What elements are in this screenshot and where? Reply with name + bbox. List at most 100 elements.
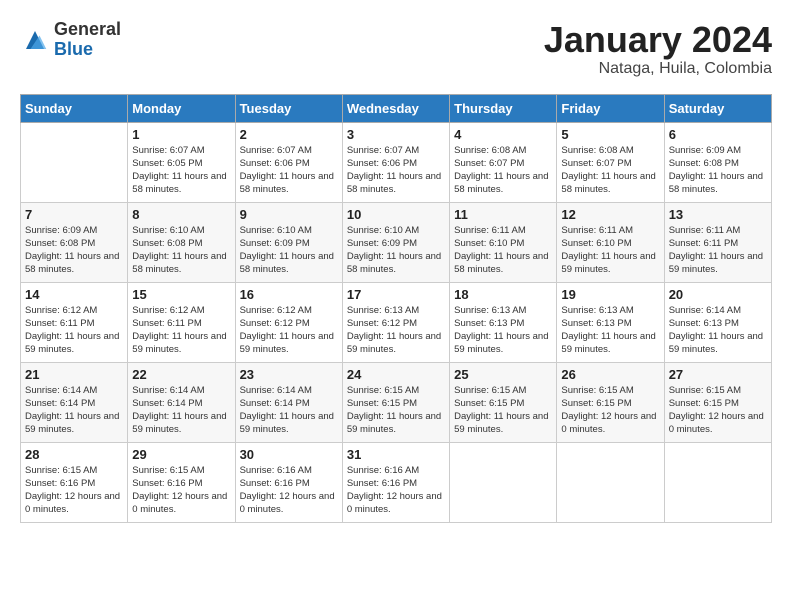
cell-info: Sunrise: 6:14 AMSunset: 6:14 PMDaylight:…: [25, 384, 123, 437]
cell-info: Sunrise: 6:10 AMSunset: 6:08 PMDaylight:…: [132, 224, 230, 277]
page-header: General Blue January 2024 Nataga, Huila,…: [20, 20, 772, 78]
calendar-cell: [21, 122, 128, 202]
weekday-header-saturday: Saturday: [664, 94, 771, 122]
cell-info: Sunrise: 6:15 AMSunset: 6:15 PMDaylight:…: [561, 384, 659, 437]
logo-blue-text: Blue: [54, 40, 121, 60]
calendar-week-row: 1 Sunrise: 6:07 AMSunset: 6:05 PMDaylight…: [21, 122, 772, 202]
day-number: 9: [240, 207, 338, 222]
logo: General Blue: [20, 20, 121, 60]
cell-info: Sunrise: 6:15 AMSunset: 6:15 PMDaylight:…: [454, 384, 552, 437]
cell-info: Sunrise: 6:09 AMSunset: 6:08 PMDaylight:…: [669, 144, 767, 197]
weekday-header-sunday: Sunday: [21, 94, 128, 122]
calendar-cell: 19Sunrise: 6:13 AMSunset: 6:13 PMDayligh…: [557, 282, 664, 362]
calendar-week-row: 7Sunrise: 6:09 AMSunset: 6:08 PMDaylight…: [21, 202, 772, 282]
cell-info: Sunrise: 6:08 AMSunset: 6:07 PMDaylight:…: [561, 144, 659, 197]
cell-info: Sunrise: 6:14 AMSunset: 6:14 PMDaylight:…: [132, 384, 230, 437]
day-number: 27: [669, 367, 767, 382]
day-number: 3: [347, 127, 445, 142]
calendar-cell: 2Sunrise: 6:07 AMSunset: 6:06 PMDaylight…: [235, 122, 342, 202]
day-number: 6: [669, 127, 767, 142]
location-subtitle: Nataga, Huila, Colombia: [544, 60, 772, 78]
calendar-table: SundayMondayTuesdayWednesdayThursdayFrid…: [20, 94, 772, 523]
day-number: 24: [347, 367, 445, 382]
weekday-header-tuesday: Tuesday: [235, 94, 342, 122]
calendar-week-row: 21 Sunrise: 6:14 AMSunset: 6:14 PMDayligh…: [21, 362, 772, 442]
day-number: 10: [347, 207, 445, 222]
day-number: 17: [347, 287, 445, 302]
day-number: 20: [669, 287, 767, 302]
calendar-cell: 11 Sunrise: 6:11 AMSunset: 6:10 PMDayligh…: [450, 202, 557, 282]
calendar-cell: 29 Sunrise: 6:15 AMSunset: 6:16 PMDayligh…: [128, 442, 235, 522]
cell-info: Sunrise: 6:11 AMSunset: 6:11 PMDaylight:…: [669, 224, 767, 277]
calendar-cell: 14 Sunrise: 6:12 AMSunset: 6:11 PMDayligh…: [21, 282, 128, 362]
calendar-cell: 16 Sunrise: 6:12 AMSunset: 6:12 PMDayligh…: [235, 282, 342, 362]
day-number: 21: [25, 367, 123, 382]
cell-info: Sunrise: 6:13 AMSunset: 6:13 PMDaylight:…: [561, 304, 659, 357]
weekday-header-monday: Monday: [128, 94, 235, 122]
day-number: 22: [132, 367, 230, 382]
calendar-cell: [557, 442, 664, 522]
logo-text: General Blue: [54, 20, 121, 60]
cell-info: Sunrise: 6:10 AMSunset: 6:09 PMDaylight:…: [347, 224, 445, 277]
day-number: 29: [132, 447, 230, 462]
day-number: 8: [132, 207, 230, 222]
day-number: 1: [132, 127, 230, 142]
calendar-cell: 15 Sunrise: 6:12 AMSunset: 6:11 PMDayligh…: [128, 282, 235, 362]
cell-info: Sunrise: 6:11 AMSunset: 6:10 PMDaylight:…: [561, 224, 659, 277]
calendar-cell: 27 Sunrise: 6:15 AMSunset: 6:15 PMDayligh…: [664, 362, 771, 442]
cell-info: Sunrise: 6:08 AMSunset: 6:07 PMDaylight:…: [454, 144, 552, 197]
weekday-header-thursday: Thursday: [450, 94, 557, 122]
cell-info: Sunrise: 6:10 AMSunset: 6:09 PMDaylight:…: [240, 224, 338, 277]
cell-info: Sunrise: 6:12 AMSunset: 6:11 PMDaylight:…: [25, 304, 123, 357]
calendar-cell: 13 Sunrise: 6:11 AMSunset: 6:11 PMDayligh…: [664, 202, 771, 282]
day-number: 26: [561, 367, 659, 382]
calendar-cell: [450, 442, 557, 522]
calendar-cell: 21 Sunrise: 6:14 AMSunset: 6:14 PMDayligh…: [21, 362, 128, 442]
calendar-cell: 18 Sunrise: 6:13 AMSunset: 6:13 PMDayligh…: [450, 282, 557, 362]
calendar-cell: 26 Sunrise: 6:15 AMSunset: 6:15 PMDayligh…: [557, 362, 664, 442]
calendar-cell: 7Sunrise: 6:09 AMSunset: 6:08 PMDaylight…: [21, 202, 128, 282]
calendar-cell: 1 Sunrise: 6:07 AMSunset: 6:05 PMDaylight…: [128, 122, 235, 202]
cell-info: Sunrise: 6:11 AMSunset: 6:10 PMDaylight:…: [454, 224, 552, 277]
day-number: 5: [561, 127, 659, 142]
calendar-cell: 6 Sunrise: 6:09 AMSunset: 6:08 PMDaylight…: [664, 122, 771, 202]
cell-info: Sunrise: 6:15 AMSunset: 6:15 PMDaylight:…: [347, 384, 445, 437]
calendar-cell: 20Sunrise: 6:14 AMSunset: 6:13 PMDayligh…: [664, 282, 771, 362]
title-block: January 2024 Nataga, Huila, Colombia: [544, 20, 772, 78]
cell-info: Sunrise: 6:15 AMSunset: 6:16 PMDaylight:…: [25, 464, 123, 517]
day-number: 23: [240, 367, 338, 382]
day-number: 16: [240, 287, 338, 302]
calendar-cell: 28 Sunrise: 6:15 AMSunset: 6:16 PMDayligh…: [21, 442, 128, 522]
cell-info: Sunrise: 6:07 AMSunset: 6:06 PMDaylight:…: [347, 144, 445, 197]
calendar-cell: 5 Sunrise: 6:08 AMSunset: 6:07 PMDaylight…: [557, 122, 664, 202]
cell-info: Sunrise: 6:13 AMSunset: 6:13 PMDaylight:…: [454, 304, 552, 357]
day-number: 13: [669, 207, 767, 222]
calendar-cell: 25Sunrise: 6:15 AMSunset: 6:15 PMDayligh…: [450, 362, 557, 442]
day-number: 18: [454, 287, 552, 302]
calendar-cell: 17 Sunrise: 6:13 AMSunset: 6:12 PMDayligh…: [342, 282, 449, 362]
logo-general-text: General: [54, 20, 121, 40]
logo-icon: [20, 25, 50, 55]
cell-info: Sunrise: 6:13 AMSunset: 6:12 PMDaylight:…: [347, 304, 445, 357]
calendar-cell: 24 Sunrise: 6:15 AMSunset: 6:15 PMDayligh…: [342, 362, 449, 442]
calendar-cell: 4 Sunrise: 6:08 AMSunset: 6:07 PMDaylight…: [450, 122, 557, 202]
cell-info: Sunrise: 6:12 AMSunset: 6:12 PMDaylight:…: [240, 304, 338, 357]
cell-info: Sunrise: 6:07 AMSunset: 6:05 PMDaylight:…: [132, 144, 230, 197]
cell-info: Sunrise: 6:15 AMSunset: 6:16 PMDaylight:…: [132, 464, 230, 517]
day-number: 12: [561, 207, 659, 222]
weekday-header-row: SundayMondayTuesdayWednesdayThursdayFrid…: [21, 94, 772, 122]
calendar-week-row: 14 Sunrise: 6:12 AMSunset: 6:11 PMDayligh…: [21, 282, 772, 362]
weekday-header-wednesday: Wednesday: [342, 94, 449, 122]
cell-info: Sunrise: 6:12 AMSunset: 6:11 PMDaylight:…: [132, 304, 230, 357]
calendar-cell: 31Sunrise: 6:16 AMSunset: 6:16 PMDayligh…: [342, 442, 449, 522]
day-number: 15: [132, 287, 230, 302]
calendar-cell: 3 Sunrise: 6:07 AMSunset: 6:06 PMDaylight…: [342, 122, 449, 202]
day-number: 2: [240, 127, 338, 142]
day-number: 30: [240, 447, 338, 462]
calendar-cell: 8 Sunrise: 6:10 AMSunset: 6:08 PMDaylight…: [128, 202, 235, 282]
day-number: 4: [454, 127, 552, 142]
day-number: 14: [25, 287, 123, 302]
day-number: 28: [25, 447, 123, 462]
day-number: 11: [454, 207, 552, 222]
cell-info: Sunrise: 6:15 AMSunset: 6:15 PMDaylight:…: [669, 384, 767, 437]
